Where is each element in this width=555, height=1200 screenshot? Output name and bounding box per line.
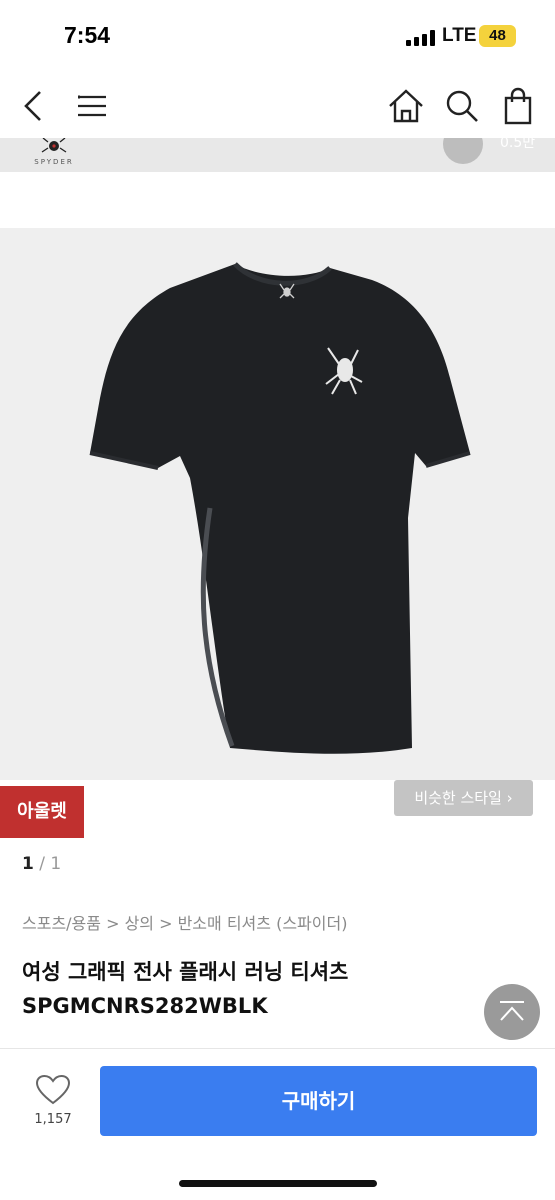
search-icon[interactable] — [442, 86, 482, 126]
brand-follow-button[interactable] — [443, 138, 483, 164]
back-icon[interactable] — [14, 86, 54, 126]
heart-icon[interactable] — [35, 1074, 71, 1106]
status-time: 7:54 — [64, 22, 111, 48]
image-page-counter: 1 / 1 — [22, 854, 61, 874]
breadcrumb[interactable]: 스포츠/용품 > 상의 > 반소매 티셔츠 (스파이더) — [22, 910, 347, 934]
buy-button[interactable]: 구매하기 — [100, 1066, 537, 1136]
chevron-up-icon — [500, 1001, 524, 1021]
brand-strip: SPYDER 0.5만 — [0, 138, 555, 172]
outlet-badge: 아울렛 — [0, 786, 84, 838]
product-image[interactable] — [0, 228, 555, 780]
home-indicator — [179, 1180, 377, 1187]
product-title-code: SPGMCNRS282WBLK — [22, 994, 268, 1018]
network-label: LTE — [442, 25, 477, 46]
shopping-bag-icon[interactable] — [498, 86, 538, 126]
menu-icon[interactable] — [72, 86, 112, 126]
battery-icon: 48 — [479, 25, 516, 47]
similar-style-button[interactable]: 비슷한 스타일 › — [394, 780, 533, 816]
scroll-top-button[interactable] — [484, 984, 540, 1040]
like-count: 1,157 — [34, 1112, 72, 1127]
current-page: 1 — [22, 854, 34, 874]
app-header — [0, 72, 555, 138]
home-icon[interactable] — [386, 86, 426, 126]
product-title-name: 여성 그래픽 전사 플래시 러닝 티셔츠 — [22, 960, 349, 984]
brand-logo[interactable]: SPYDER — [26, 138, 82, 170]
total-pages: 1 — [50, 854, 62, 874]
signal-icon — [406, 30, 436, 46]
product-title: 여성 그래픽 전사 플래시 러닝 티셔츠 SPGMCNRS282WBLK — [22, 955, 348, 1023]
brand-corner-text: 0.5만 — [500, 138, 536, 151]
brand-logo-text: SPYDER — [34, 158, 74, 166]
status-bar: 7:54 LTE 48 — [0, 0, 555, 72]
page-separator: / — [33, 854, 51, 874]
